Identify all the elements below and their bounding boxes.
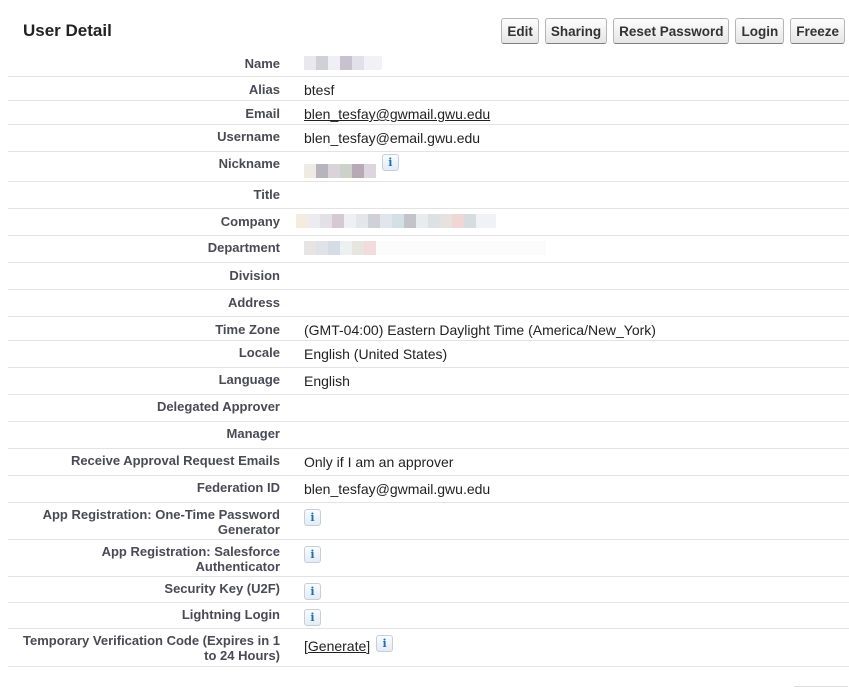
name-value-redacted	[304, 54, 382, 71]
info-icon[interactable]: i	[376, 634, 394, 652]
manager-label: Manager	[226, 426, 280, 441]
sharing-button[interactable]: Sharing	[544, 18, 608, 44]
receive-approval-value: Only if I am an approver	[304, 454, 454, 470]
email-link[interactable]: blen_tesfay@gwmail.gwu.edu	[304, 106, 490, 122]
row-email: Email blen_tesfay@gwmail.gwu.edu	[8, 101, 849, 125]
otp-generator-label: App Registration: One-Time Password Gene…	[42, 507, 280, 537]
page-corner-divider	[794, 686, 848, 695]
generate-link[interactable]: Generate	[308, 638, 366, 654]
row-address: Address	[8, 290, 849, 317]
row-language: Language English	[8, 368, 849, 395]
row-company: Company	[8, 209, 849, 236]
info-icon[interactable]: i	[304, 608, 321, 626]
row-nickname: Nickname i	[8, 152, 849, 182]
language-label: Language	[218, 372, 280, 387]
nickname-value-redacted: i	[304, 153, 399, 178]
username-value: blen_tesfay@email.gwu.edu	[304, 130, 481, 146]
security-key-value: i	[304, 582, 321, 600]
otp-generator-value: i	[304, 508, 321, 526]
edit-button[interactable]: Edit	[501, 18, 539, 44]
time-zone-value: (GMT-04:00) Eastern Daylight Time (Ameri…	[304, 322, 656, 338]
row-sf-authenticator: App Registration: Salesforce Authenticat…	[8, 540, 849, 577]
email-label: Email	[245, 106, 280, 121]
address-label: Address	[227, 295, 280, 310]
row-department: Department	[8, 236, 849, 263]
row-alias: Alias btesf	[8, 77, 849, 101]
row-division: Division	[8, 263, 849, 290]
row-security-key: Security Key (U2F) i	[8, 577, 849, 603]
federation-id-value: blen_tesfay@gwmail.gwu.edu	[304, 481, 491, 497]
company-value-redacted	[296, 212, 496, 229]
time-zone-label: Time Zone	[215, 322, 280, 337]
info-icon[interactable]: i	[304, 545, 321, 563]
freeze-button[interactable]: Freeze	[790, 18, 845, 44]
federation-id-label: Federation ID	[196, 480, 280, 495]
temp-code-label: Temporary Verification Code (Expires in …	[23, 633, 280, 663]
row-title: Title	[8, 182, 849, 209]
sf-authenticator-label: App Registration: Salesforce Authenticat…	[101, 544, 280, 574]
temp-code-value: [Generate] i	[304, 634, 394, 654]
user-detail-table: Name Alias btesf Email blen_tesfay@gwmai…	[8, 50, 849, 667]
row-lightning-login: Lightning Login i	[8, 603, 849, 629]
button-bar: Edit Sharing Reset Password Login Freeze	[501, 18, 845, 44]
security-key-label: Security Key (U2F)	[164, 581, 280, 596]
row-username: Username blen_tesfay@email.gwu.edu	[8, 125, 849, 152]
generate-bracket-close: ]	[366, 638, 371, 654]
info-icon[interactable]: i	[381, 153, 399, 171]
nickname-label: Nickname	[218, 156, 280, 171]
row-locale: Locale English (United States)	[8, 341, 849, 368]
page-header: User Detail Edit Sharing Reset Password …	[0, 0, 849, 52]
delegated-approver-label: Delegated Approver	[156, 399, 280, 414]
info-icon[interactable]: i	[304, 508, 321, 526]
page-title: User Detail	[23, 21, 112, 40]
alias-label: Alias	[248, 82, 280, 97]
locale-label: Locale	[238, 345, 280, 360]
alias-value: btesf	[304, 82, 335, 98]
division-label: Division	[229, 268, 280, 283]
sf-authenticator-value: i	[304, 545, 321, 563]
row-delegated-approver: Delegated Approver	[8, 395, 849, 422]
name-label: Name	[244, 56, 280, 71]
username-label: Username	[217, 129, 280, 144]
row-temp-verification-code: Temporary Verification Code (Expires in …	[8, 629, 849, 667]
row-otp-generator: App Registration: One-Time Password Gene…	[8, 503, 849, 540]
info-icon[interactable]: i	[304, 582, 321, 600]
row-federation-id: Federation ID blen_tesfay@gwmail.gwu.edu	[8, 476, 849, 503]
row-name: Name	[8, 50, 849, 77]
row-receive-approval: Receive Approval Request Emails Only if …	[8, 449, 849, 476]
department-label: Department	[207, 240, 280, 255]
lightning-login-value: i	[304, 608, 321, 626]
receive-approval-label: Receive Approval Request Emails	[70, 453, 280, 468]
row-time-zone: Time Zone (GMT-04:00) Eastern Daylight T…	[8, 317, 849, 341]
lightning-login-label: Lightning Login	[181, 607, 280, 622]
reset-password-button[interactable]: Reset Password	[613, 18, 730, 44]
title-label: Title	[253, 187, 281, 202]
row-manager: Manager	[8, 422, 849, 449]
locale-value: English (United States)	[304, 346, 448, 362]
department-value-redacted	[304, 239, 546, 256]
login-button[interactable]: Login	[735, 18, 785, 44]
company-label: Company	[220, 214, 280, 229]
language-value: English	[304, 373, 350, 389]
